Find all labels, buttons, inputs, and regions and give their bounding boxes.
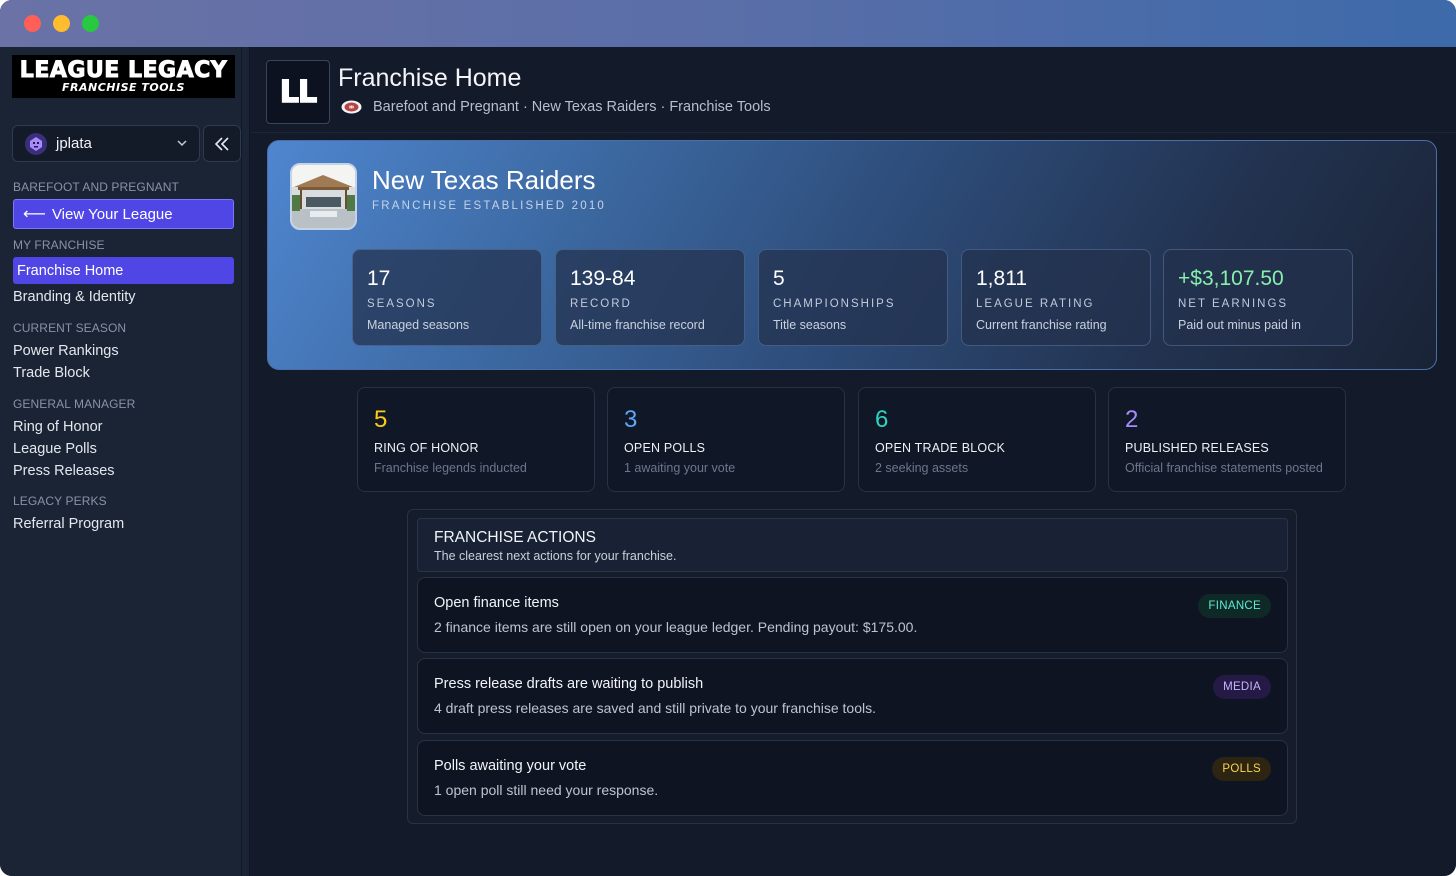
stat-value: 139-84 <box>570 267 636 290</box>
kpi-card-open-trade-block[interactable]: 6 OPEN TRADE BLOCK 2 seeking assets <box>858 387 1096 492</box>
stat-card-net-earnings: +$3,107.50 NET EARNINGS Paid out minus p… <box>1163 249 1353 346</box>
kpi-label: RING OF HONOR <box>374 441 479 455</box>
page-header: LL Franchise Home Barefoot and Pregnant … <box>251 47 1456 133</box>
stat-value: 17 <box>367 267 391 290</box>
double-chevron-left-icon <box>214 136 229 151</box>
main-content: LL Franchise Home Barefoot and Pregnant … <box>251 47 1456 876</box>
action-description: 4 draft press releases are saved and sti… <box>434 700 876 716</box>
action-title: Polls awaiting your vote <box>434 758 587 774</box>
stat-card-seasons: 17 SEASONS Managed seasons <box>352 249 542 346</box>
user-name: jplata <box>56 135 92 152</box>
action-item-media[interactable]: Press release drafts are waiting to publ… <box>417 658 1288 734</box>
kpi-label: PUBLISHED RELEASES <box>1125 441 1269 455</box>
section-label-my-franchise: MY FRANCHISE <box>13 238 105 252</box>
collapse-sidebar-button[interactable] <box>203 125 241 162</box>
chevron-down-icon <box>177 140 187 147</box>
sidebar-divider <box>241 47 242 876</box>
media-tag: MEDIA <box>1213 675 1271 699</box>
kpi-value: 2 <box>1125 406 1139 433</box>
section-label-league: BAREFOOT AND PREGNANT <box>13 180 179 194</box>
franchise-hero: New Texas Raiders FRANCHISE ESTABLISHED … <box>267 140 1437 370</box>
sidebar-item-ring-of-honor[interactable]: Ring of Honor <box>13 419 102 435</box>
stat-sub: All-time franchise record <box>570 318 705 332</box>
stat-value: +$3,107.50 <box>1178 267 1284 290</box>
kpi-sub: 2 seeking assets <box>875 461 969 475</box>
league-legacy-logo[interactable]: LEAGUE LEGACY FRANCHISE TOOLS <box>12 55 235 98</box>
sidebar-item-trade-block[interactable]: Trade Block <box>13 365 90 381</box>
sidebar-item-league-polls[interactable]: League Polls <box>13 441 97 457</box>
minimize-window-button[interactable] <box>53 15 70 32</box>
franchise-actions-subtitle: The clearest next actions for your franc… <box>434 549 677 563</box>
sidebar-item-franchise-home[interactable]: Franchise Home <box>13 257 234 284</box>
franchise-photo <box>290 163 357 230</box>
kpi-card-ring-of-honor[interactable]: 5 RING OF HONOR Franchise legends induct… <box>357 387 595 492</box>
kpi-sub: Franchise legends inducted <box>374 461 527 475</box>
stat-label: NET EARNINGS <box>1178 298 1289 310</box>
sidebar: LEAGUE LEGACY FRANCHISE TOOLS jplata BAR… <box>0 47 250 876</box>
kpi-label: OPEN TRADE BLOCK <box>875 441 1006 455</box>
logo-sub-text: FRANCHISE TOOLS <box>62 80 185 94</box>
kpi-sub: Official franchise statements posted <box>1125 461 1323 475</box>
view-your-league-button[interactable]: ⟵ View Your League <box>13 199 234 229</box>
franchise-established: FRANCHISE ESTABLISHED 2010 <box>372 200 607 212</box>
section-label-general-manager: GENERAL MANAGER <box>13 397 136 411</box>
kpi-value: 3 <box>624 406 638 433</box>
sidebar-item-power-rankings[interactable]: Power Rankings <box>13 343 119 359</box>
title-bar <box>0 0 1456 47</box>
finance-tag: FINANCE <box>1198 594 1271 618</box>
app-window: LEAGUE LEGACY FRANCHISE TOOLS jplata BAR… <box>0 0 1456 876</box>
breadcrumb: Barefoot and Pregnant · New Texas Raider… <box>341 99 771 115</box>
franchise-photo-image <box>292 165 355 228</box>
ll-logo: LL <box>266 60 330 124</box>
stat-sub: Current franchise rating <box>976 318 1107 332</box>
user-avatar <box>25 132 47 155</box>
stat-label: SEASONS <box>367 298 437 310</box>
logo-main-text: LEAGUE LEGACY <box>19 57 228 83</box>
close-window-button[interactable] <box>24 15 41 32</box>
section-label-current-season: CURRENT SEASON <box>13 321 127 335</box>
football-icon <box>341 100 362 114</box>
section-label-legacy-perks: LEGACY PERKS <box>13 494 107 508</box>
action-title: Open finance items <box>434 595 559 611</box>
action-item-finance[interactable]: Open finance items 2 finance items are s… <box>417 577 1288 653</box>
stat-sub: Managed seasons <box>367 318 470 332</box>
kpi-value: 6 <box>875 406 889 433</box>
view-league-label: View Your League <box>51 205 173 223</box>
breadcrumb-text: Barefoot and Pregnant · New Texas Raider… <box>373 99 771 115</box>
stat-card-league-rating: 1,811 LEAGUE RATING Current franchise ra… <box>961 249 1151 346</box>
stat-label: LEAGUE RATING <box>976 298 1095 310</box>
maximize-window-button[interactable] <box>82 15 99 32</box>
kpi-label: OPEN POLLS <box>624 441 706 455</box>
action-description: 1 open poll still need your response. <box>434 782 659 798</box>
stat-label: RECORD <box>570 298 632 310</box>
stat-card-record: 139-84 RECORD All-time franchise record <box>555 249 745 346</box>
polls-tag: POLLS <box>1212 757 1271 781</box>
sidebar-item-press-releases[interactable]: Press Releases <box>13 463 115 479</box>
action-item-polls[interactable]: Polls awaiting your vote 1 open poll sti… <box>417 740 1288 816</box>
user-switcher[interactable]: jplata <box>12 125 200 162</box>
kpi-card-published-releases[interactable]: 2 PUBLISHED RELEASES Official franchise … <box>1108 387 1346 492</box>
kpi-value: 5 <box>374 406 388 433</box>
arrow-left-icon: ⟵ <box>23 206 46 223</box>
stat-sub: Title seasons <box>773 318 847 332</box>
sidebar-item-branding[interactable]: Branding & Identity <box>13 289 136 305</box>
franchise-actions-title: FRANCHISE ACTIONS <box>434 529 596 546</box>
avatar-icon <box>30 136 42 151</box>
stat-value: 5 <box>773 267 785 290</box>
stat-card-championships: 5 CHAMPIONSHIPS Title seasons <box>758 249 948 346</box>
kpi-card-open-polls[interactable]: 3 OPEN POLLS 1 awaiting your vote <box>607 387 845 492</box>
ll-logo-text: LL <box>279 74 318 111</box>
action-description: 2 finance items are still open on your l… <box>434 619 918 635</box>
sidebar-item-referral-program[interactable]: Referral Program <box>13 516 124 532</box>
franchise-actions-header: FRANCHISE ACTIONS The clearest next acti… <box>417 518 1288 572</box>
page-title: Franchise Home <box>338 64 522 92</box>
franchise-actions-panel: FRANCHISE ACTIONS The clearest next acti… <box>407 509 1297 824</box>
sidebar-item-label: Franchise Home <box>17 262 124 279</box>
kpi-sub: 1 awaiting your vote <box>624 461 736 475</box>
team-name: New Texas Raiders <box>372 165 596 195</box>
stat-sub: Paid out minus paid in <box>1178 318 1301 332</box>
stat-value: 1,811 <box>976 267 1027 290</box>
stat-label: CHAMPIONSHIPS <box>773 298 896 310</box>
action-title: Press release drafts are waiting to publ… <box>434 676 704 692</box>
